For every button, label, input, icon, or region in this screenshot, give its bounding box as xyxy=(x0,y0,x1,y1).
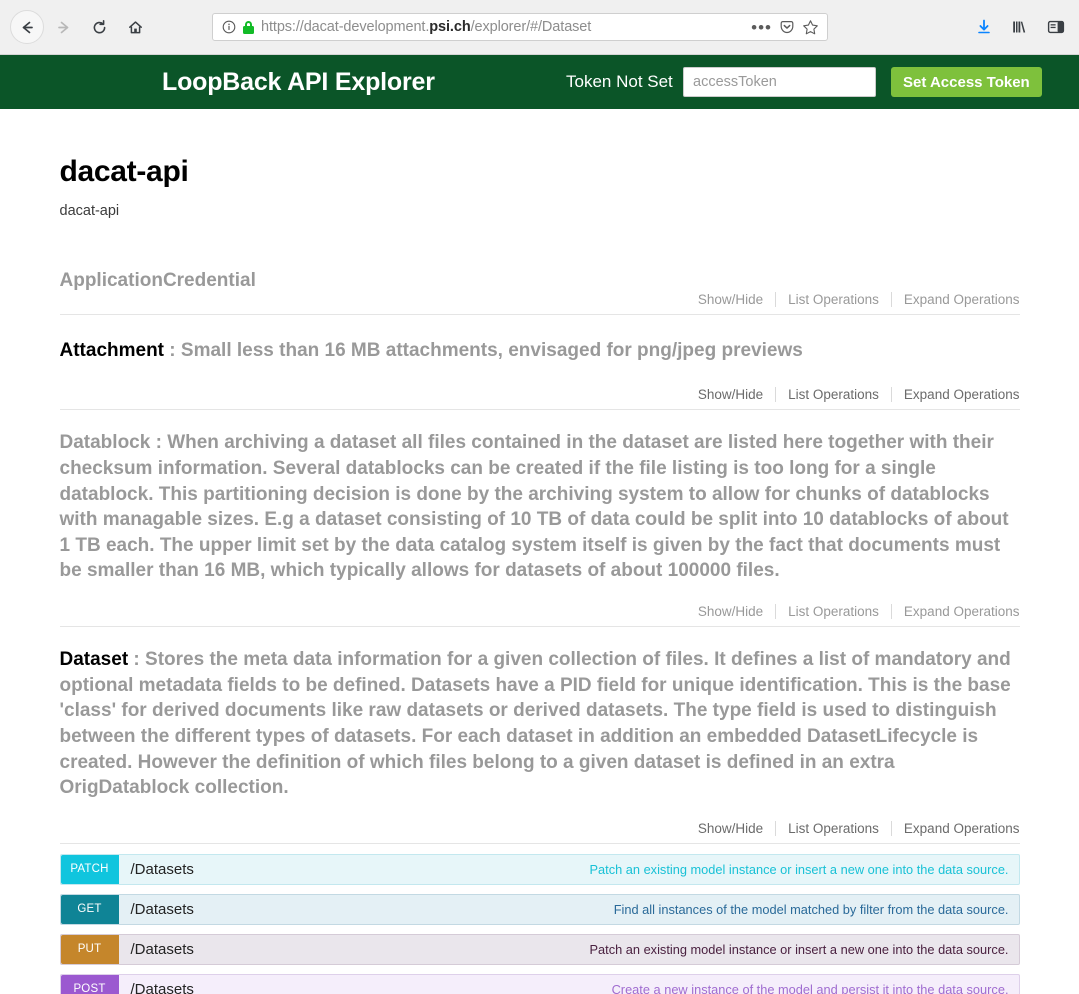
operation-row[interactable]: GET /Datasets Find all instances of the … xyxy=(59,893,1020,925)
resource-options: Show/Hide List Operations Expand Operati… xyxy=(59,291,1020,315)
resource-description: When archiving a dataset all files conta… xyxy=(59,432,1009,582)
operation-path: /Datasets xyxy=(130,900,194,918)
operation-summary: Patch an existing model instance or inse… xyxy=(589,861,1009,877)
list-operations-link[interactable]: List Operations xyxy=(775,387,891,403)
resource-separator: : xyxy=(164,339,181,361)
back-button[interactable] xyxy=(10,10,44,44)
operation-summary: Patch an existing model instance or inse… xyxy=(589,941,1009,957)
operation-path: /Datasets xyxy=(130,940,194,958)
app-title: LoopBack API Explorer xyxy=(162,67,435,96)
library-books-icon[interactable] xyxy=(1011,18,1029,36)
operation-path: /Datasets xyxy=(130,860,194,878)
ellipsis-icon[interactable]: ••• xyxy=(751,19,772,36)
main-content: dacat-api dacat-api ApplicationCredentia… xyxy=(0,109,1079,994)
access-token-input[interactable] xyxy=(683,67,876,97)
resource-heading[interactable]: Dataset : Stores the meta data informati… xyxy=(60,647,1020,801)
set-access-token-button[interactable]: Set Access Token xyxy=(891,67,1042,97)
resource-name: Datablock xyxy=(59,432,151,454)
page-title: dacat-api xyxy=(59,155,189,188)
sidebar-toggle-icon[interactable] xyxy=(1047,18,1065,36)
expand-operations-link[interactable]: Expand Operations xyxy=(890,291,1020,307)
operations-list: PATCH /Datasets Patch an existing model … xyxy=(59,853,1020,994)
app-header: LoopBack API Explorer Token Not Set Set … xyxy=(0,55,1079,109)
pocket-icon[interactable] xyxy=(779,19,795,35)
resource-options: Show/Hide List Operations Expand Operati… xyxy=(59,820,1020,844)
operation-summary: Find all instances of the model matched … xyxy=(613,901,1009,917)
padlock-icon[interactable] xyxy=(243,20,254,34)
resource-name: ApplicationCredential xyxy=(59,270,256,291)
resource-name: Attachment xyxy=(59,339,165,361)
info-circle-icon[interactable] xyxy=(222,20,236,34)
resource-options: Show/Hide List Operations Expand Operati… xyxy=(59,604,1020,628)
operation-row[interactable]: PUT /Datasets Patch an existing model in… xyxy=(59,933,1020,965)
expand-operations-link[interactable]: Expand Operations xyxy=(890,820,1020,836)
resource-heading[interactable]: ApplicationCredential xyxy=(60,268,1020,294)
home-icon xyxy=(127,19,144,36)
url-prefix: https://dacat-development. xyxy=(261,19,430,35)
url-suffix: /explorer/#/Dataset xyxy=(470,19,592,35)
show-hide-link[interactable]: Show/Hide xyxy=(686,292,775,307)
method-badge: PUT xyxy=(60,934,119,964)
arrow-left-icon xyxy=(19,19,36,36)
token-status-label: Token Not Set xyxy=(566,72,673,91)
resource-separator: : xyxy=(150,432,168,454)
navigation-buttons xyxy=(10,10,152,44)
operation-path: /Datasets xyxy=(130,980,194,994)
arrow-right-icon xyxy=(55,19,72,36)
resource-heading[interactable]: Datablock : When archiving a dataset all… xyxy=(60,430,1020,584)
browser-right-icons xyxy=(975,18,1065,36)
show-hide-link[interactable]: Show/Hide xyxy=(686,604,775,619)
resource-name: Dataset xyxy=(59,649,129,671)
download-arrow-icon[interactable] xyxy=(975,18,993,36)
star-icon[interactable] xyxy=(802,19,819,36)
method-badge: GET xyxy=(60,894,119,924)
browser-toolbar: https://dacat-development.psi.ch/explore… xyxy=(0,0,1079,55)
reload-button[interactable] xyxy=(82,10,116,44)
address-bar[interactable]: https://dacat-development.psi.ch/explore… xyxy=(212,13,828,41)
list-operations-link[interactable]: List Operations xyxy=(775,820,891,836)
resource-datablock: Datablock : When archiving a dataset all… xyxy=(59,430,1020,628)
operation-row[interactable]: POST /Datasets Create a new instance of … xyxy=(59,973,1020,994)
forward-button[interactable] xyxy=(46,10,80,44)
resource-separator: : xyxy=(128,649,146,671)
show-hide-link[interactable]: Show/Hide xyxy=(686,387,775,402)
list-operations-link[interactable]: List Operations xyxy=(775,604,891,620)
list-operations-link[interactable]: List Operations xyxy=(775,291,891,307)
operation-summary: Create a new instance of the model and p… xyxy=(611,981,1009,994)
expand-operations-link[interactable]: Expand Operations xyxy=(890,604,1020,620)
resource-heading[interactable]: Attachment : Small less than 16 MB attac… xyxy=(60,338,1020,364)
url-domain: psi.ch xyxy=(429,19,471,35)
operation-row[interactable]: PATCH /Datasets Patch an existing model … xyxy=(59,853,1020,885)
resource-dataset: Dataset : Stores the meta data informati… xyxy=(59,647,1020,994)
resource-description: Stores the meta data information for a g… xyxy=(59,649,1011,799)
reload-icon xyxy=(91,19,108,36)
expand-operations-link[interactable]: Expand Operations xyxy=(890,387,1020,403)
method-badge: POST xyxy=(60,974,119,994)
resource-description: Small less than 16 MB attachments, envis… xyxy=(180,339,803,361)
page-subtitle: dacat-api xyxy=(59,203,120,219)
resource-options: Show/Hide List Operations Expand Operati… xyxy=(59,387,1020,411)
url-text: https://dacat-development.psi.ch/explore… xyxy=(261,19,744,35)
home-button[interactable] xyxy=(118,10,152,44)
method-badge: PATCH xyxy=(60,854,119,884)
show-hide-link[interactable]: Show/Hide xyxy=(686,821,775,836)
resource-attachment: Attachment : Small less than 16 MB attac… xyxy=(59,338,1020,411)
resource-applicationcredential: ApplicationCredential Show/Hide List Ope… xyxy=(59,268,1020,315)
